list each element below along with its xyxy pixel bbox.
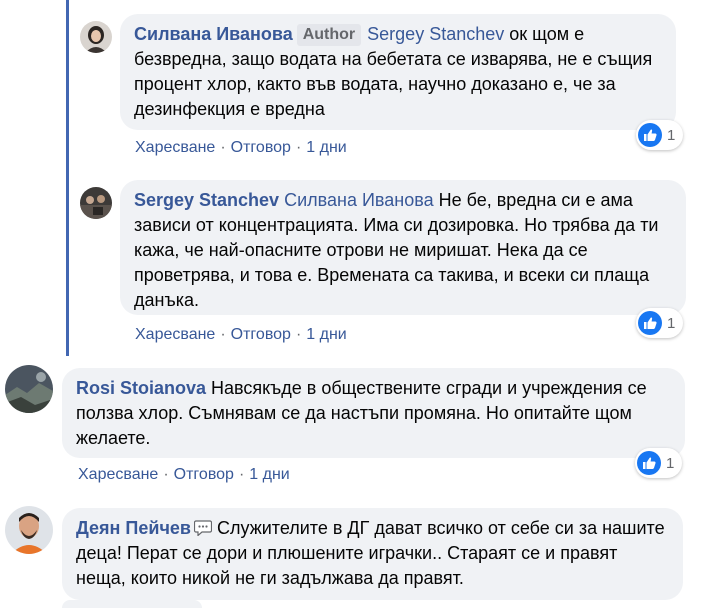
reply-thread-line [66, 0, 69, 356]
reaction-count[interactable]: 1 [635, 448, 683, 478]
comment-bubble: Sergey Stanchev Силвана Иванова Не бе, в… [120, 180, 686, 315]
like-thumb-icon [638, 311, 662, 335]
comment-bubble: Силвана Иванова Author Sergey Stanchev ок … [120, 14, 676, 130]
mention-link[interactable]: Силвана Иванова [284, 190, 434, 210]
like-thumb-icon [638, 123, 662, 147]
separator-dot: · [238, 466, 245, 483]
like-link[interactable]: Харесване [135, 139, 215, 156]
comment-actions: Харесване · Отговор · 1 дни [78, 466, 290, 484]
reply-link[interactable]: Отговор [231, 326, 291, 343]
author-badge: Author [296, 24, 362, 46]
reaction-number: 1 [667, 314, 676, 332]
separator-dot: · [163, 466, 169, 483]
mention-link[interactable]: Sergey Stanchev [367, 24, 504, 44]
reaction-number: 1 [667, 126, 676, 144]
avatar-photo [5, 506, 53, 554]
avatar-photo [80, 21, 112, 53]
reaction-number: 1 [666, 454, 675, 472]
reaction-count[interactable]: 1 [636, 308, 684, 338]
comment-author[interactable]: Деян Пейчев [76, 518, 191, 538]
avatar-photo [80, 187, 112, 219]
like-link[interactable]: Харесване [78, 466, 158, 483]
like-thumb-icon [637, 451, 661, 475]
timestamp-link[interactable]: 1 дни [306, 139, 346, 156]
avatar[interactable] [80, 187, 112, 219]
comment-author[interactable]: Rosi Stoianova [76, 378, 206, 398]
comment-actions: Харесване · Отговор · 1 дни [135, 139, 347, 157]
comment-actions: Харесване · Отговор · 1 дни [135, 326, 347, 344]
reply-link[interactable]: Отговор [174, 466, 234, 483]
comment-author[interactable]: Sergey Stanchev [134, 190, 279, 210]
chat-bubble-icon [193, 520, 212, 536]
separator-dot: · [220, 139, 226, 156]
comment-bubble: Rosi Stoianova Навсякъде в обществените … [62, 368, 685, 458]
separator-dot: · [220, 326, 226, 343]
avatar[interactable] [5, 506, 53, 554]
comment-author[interactable]: Силвана Иванова [134, 24, 293, 44]
timestamp-link[interactable]: 1 дни [249, 466, 289, 483]
separator-dot: · [295, 326, 302, 343]
next-comment-bubble [62, 600, 202, 608]
timestamp-link[interactable]: 1 дни [306, 326, 346, 343]
reply-link[interactable]: Отговор [231, 139, 291, 156]
avatar-photo [5, 365, 53, 413]
like-link[interactable]: Харесване [135, 326, 215, 343]
avatar[interactable] [80, 21, 112, 53]
separator-dot: · [295, 139, 302, 156]
comment-bubble: Деян Пейчев Служителите в ДГ дават всичк… [62, 508, 683, 600]
avatar[interactable] [5, 365, 53, 413]
reaction-count[interactable]: 1 [636, 120, 684, 150]
